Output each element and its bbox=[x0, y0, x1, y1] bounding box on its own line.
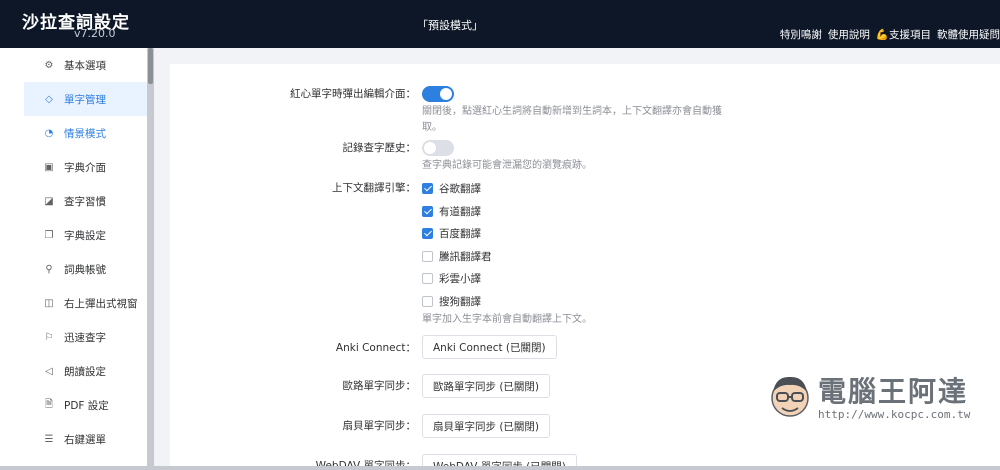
sidebar-item-label: 朗讀設定 bbox=[64, 365, 106, 378]
watermark-url: http://www.kocpc.com.tw bbox=[818, 408, 971, 421]
search-icon: ⚲ bbox=[45, 263, 53, 275]
popup-editor-label: 紅心單字時彈出編輯介面： bbox=[290, 88, 416, 100]
engine-name: 有道翻譯 bbox=[439, 206, 481, 218]
sidebar-item-dict-accounts[interactable]: ⚲ 詞典帳號 bbox=[24, 252, 150, 286]
engine-name: 騰訊翻譯君 bbox=[439, 251, 492, 263]
engine-label: 上下文翻譯引擎： bbox=[332, 182, 416, 194]
popup-editor-hint: 關閉後，點選紅心生詞將自動新增到生詞本，上下文翻譯亦會自動獲取。 bbox=[422, 106, 722, 133]
checkbox-checked-icon bbox=[422, 228, 433, 239]
sidebar-item-word-management[interactable]: ◇ 單字管理 bbox=[24, 82, 150, 116]
engine-checkbox-google[interactable]: 谷歌翻譯 bbox=[422, 181, 481, 196]
sidebar-item-label: 右鍵選單 bbox=[64, 433, 106, 446]
support-link[interactable]: 💪支援項目 bbox=[876, 27, 931, 42]
shanbay-label: 扇貝單字同步： bbox=[342, 420, 417, 432]
eudic-label: 歐路單字同步： bbox=[342, 380, 417, 392]
sidebar-item-context-menu[interactable]: ☰ 右鍵選單 bbox=[24, 422, 150, 456]
header-links: 特別鳴謝 使用說明 💪支援項目 軟體使用疑問 bbox=[780, 27, 1000, 42]
sidebar-item-label: PDF 設定 bbox=[64, 399, 109, 412]
engine-name: 百度翻譯 bbox=[439, 228, 481, 240]
engine-name: 搜狗翻譯 bbox=[439, 296, 481, 308]
checkbox-unchecked-icon bbox=[422, 251, 433, 262]
issues-link[interactable]: 軟體使用疑問 bbox=[937, 27, 1000, 42]
dashboard-icon: ◔ bbox=[44, 127, 54, 139]
pdf-file-icon: 🗎 bbox=[44, 398, 54, 410]
sidebar-item-search-habits[interactable]: ◪ 查字習慣 bbox=[24, 184, 150, 218]
checkbox-unchecked-icon bbox=[422, 296, 433, 307]
sidebar-item-dict-panel[interactable]: ▣ 字典介面 bbox=[24, 150, 150, 184]
eudic-sync-button[interactable]: 歐路單字同步 (已關閉) bbox=[422, 374, 551, 398]
sidebar-item-pronunciation[interactable]: ◁ 朗讀設定 bbox=[24, 354, 150, 388]
sidebar-item-label: 詞典帳號 bbox=[64, 263, 106, 276]
sidebar-item-label: 右上彈出式視窗 bbox=[64, 297, 138, 310]
sidebar-item-pdf[interactable]: 🗎 PDF 設定 bbox=[24, 388, 150, 422]
document-icon: ❐ bbox=[44, 229, 54, 241]
sidebar-item-label: 基本選項 bbox=[64, 59, 106, 72]
sidebar-item-label: 查字習慣 bbox=[64, 195, 106, 208]
gear-icon: ⚙ bbox=[44, 59, 54, 71]
sidebar-scrollbar-thumb[interactable] bbox=[148, 48, 153, 84]
engine-checkbox-caiyun[interactable]: 彩雲小譯 bbox=[422, 271, 481, 286]
flag-icon: ⚐ bbox=[44, 331, 54, 343]
manual-link[interactable]: 使用說明 bbox=[828, 27, 870, 42]
engine-checkbox-youdao[interactable]: 有道翻譯 bbox=[422, 204, 481, 219]
panel-icon: ▣ bbox=[44, 161, 54, 173]
thanks-link[interactable]: 特別鳴謝 bbox=[780, 27, 822, 42]
checkbox-checked-icon bbox=[422, 206, 433, 217]
engine-name: 谷歌翻譯 bbox=[439, 183, 481, 195]
window-icon: ◫ bbox=[44, 297, 54, 309]
muscle-icon: 💪 bbox=[875, 29, 889, 41]
engine-checkbox-tencent[interactable]: 騰訊翻譯君 bbox=[422, 249, 492, 264]
sidebar-item-label: 情景模式 bbox=[64, 127, 106, 140]
sidebar: ⚙ 基本選項 ◇ 單字管理 ◔ 情景模式 ▣ 字典介面 ◪ 查字習慣 ❐ 字典設… bbox=[24, 48, 150, 470]
checkbox-checked-icon bbox=[422, 183, 433, 194]
cursor-select-icon: ◪ bbox=[44, 195, 54, 207]
watermark: 電腦王阿達 http://www.kocpc.com.tw bbox=[768, 370, 978, 430]
history-switch[interactable] bbox=[422, 140, 454, 156]
sidebar-item-profiles[interactable]: ◔ 情景模式 bbox=[24, 116, 150, 150]
watermark-title: 電腦王阿達 bbox=[818, 375, 969, 408]
mascot-face-icon bbox=[771, 376, 809, 417]
sidebar-item-label: 字典設定 bbox=[64, 229, 106, 242]
sidebar-item-label: 單字管理 bbox=[64, 93, 106, 106]
sidebar-item-quick-search[interactable]: ⚐ 迅速查字 bbox=[24, 320, 150, 354]
engine-checkbox-sogou[interactable]: 搜狗翻譯 bbox=[422, 294, 481, 309]
anki-label: Anki Connect： bbox=[335, 342, 416, 354]
bottom-edge bbox=[0, 466, 1000, 470]
sidebar-item-popup-window[interactable]: ◫ 右上彈出式視窗 bbox=[24, 286, 150, 320]
shanbay-sync-button[interactable]: 扇貝單字同步 (已關閉) bbox=[422, 414, 551, 438]
engine-hint: 單字加入生字本前會自動翻譯上下文。 bbox=[422, 314, 592, 325]
sidebar-scrollbar[interactable] bbox=[147, 48, 154, 470]
engine-name: 彩雲小譯 bbox=[439, 273, 481, 285]
sidebar-item-dictionaries[interactable]: ❐ 字典設定 bbox=[24, 218, 150, 252]
history-label: 記錄查字歷史： bbox=[342, 142, 417, 154]
popup-editor-switch[interactable] bbox=[422, 86, 454, 102]
support-link-label: 支援項目 bbox=[889, 29, 931, 41]
tag-icon: ◇ bbox=[45, 93, 53, 105]
checkbox-unchecked-icon bbox=[422, 273, 433, 284]
engine-checkbox-baidu[interactable]: 百度翻譯 bbox=[422, 226, 481, 241]
speaker-icon: ◁ bbox=[45, 365, 53, 377]
sidebar-item-label: 字典介面 bbox=[64, 161, 106, 174]
app-header: 沙拉查詞設定 v7.20.0 「預設模式」 特別鳴謝 使用說明 💪支援項目 軟體… bbox=[0, 0, 1000, 48]
anki-connect-button[interactable]: Anki Connect (已關閉) bbox=[422, 335, 557, 359]
menu-list-icon: ☰ bbox=[44, 433, 54, 445]
history-hint: 查字典記錄可能會泄漏您的瀏覽痕跡。 bbox=[422, 160, 592, 171]
sidebar-item-label: 迅速查字 bbox=[64, 331, 106, 344]
sidebar-item-general[interactable]: ⚙ 基本選項 bbox=[24, 48, 150, 82]
